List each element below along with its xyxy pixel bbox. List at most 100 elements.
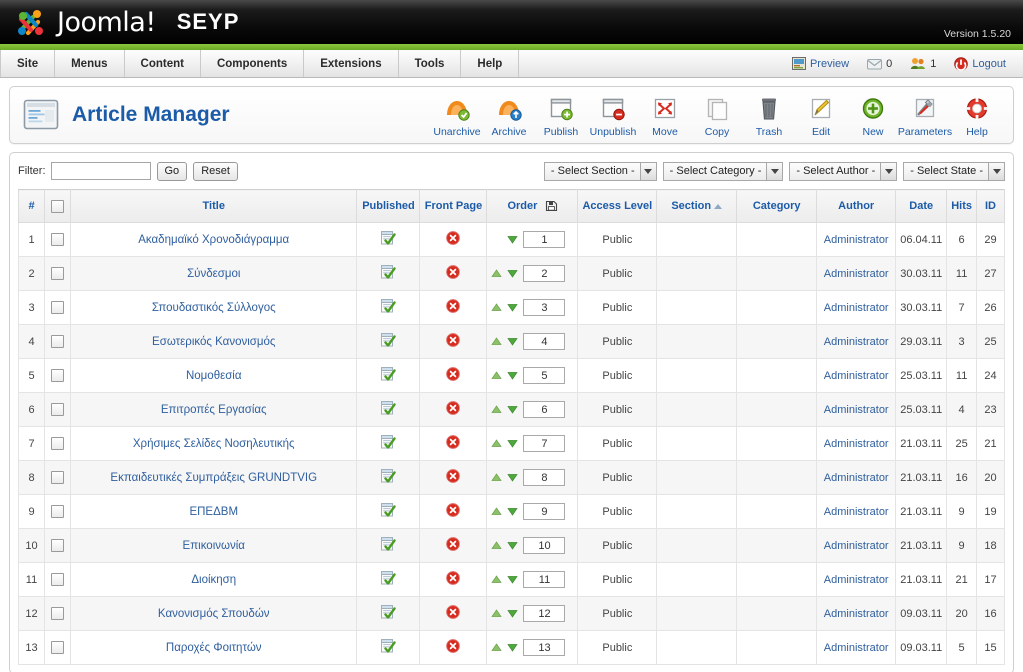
menu-item-tools[interactable]: Tools [399,50,462,77]
published-yes-icon[interactable] [380,536,397,552]
published-yes-icon[interactable] [380,400,397,416]
row-published-cell[interactable] [356,290,421,325]
article-title-link[interactable]: Χρήσιμες Σελίδες Νοσηλευτικής [133,438,295,450]
article-title-link[interactable]: Νομοθεσία [186,370,242,382]
move-down-icon[interactable] [507,608,519,619]
move-down-icon[interactable] [507,540,519,551]
row-front-page-cell[interactable] [419,562,488,597]
row-published-cell[interactable] [356,358,421,393]
article-title-link[interactable]: Σύνδεσμοι [187,268,240,280]
move-up-icon[interactable] [491,608,503,619]
move-down-icon[interactable] [507,234,519,245]
move-down-icon[interactable] [507,370,519,381]
row-checkbox[interactable] [51,403,64,416]
row-access-level[interactable]: Public [577,630,658,665]
column-header-num[interactable]: # [18,189,45,223]
row-published-cell[interactable] [356,528,421,563]
move-down-icon[interactable] [507,472,519,483]
row-access-level[interactable]: Public [577,222,658,257]
row-access-level[interactable]: Public [577,460,658,495]
row-checkbox-cell[interactable] [44,494,71,529]
filter-reset-button[interactable]: Reset [193,161,238,181]
row-checkbox[interactable] [51,539,64,552]
front-page-no-icon[interactable] [446,367,461,381]
article-title-link[interactable]: Σπουδαστικός Σύλλογος [152,302,276,314]
front-page-no-icon[interactable] [446,435,461,449]
row-checkbox-cell[interactable] [44,460,71,495]
row-access-level[interactable]: Public [577,324,658,359]
column-header-author[interactable]: Author [816,189,897,223]
front-page-no-icon[interactable] [446,401,461,415]
author-link[interactable]: Administrator [824,336,889,348]
row-front-page-cell[interactable] [419,596,488,631]
move-up-icon[interactable] [491,574,503,585]
toolbar-unpublish-button[interactable]: Unpublish [587,92,639,138]
front-page-no-icon[interactable] [446,605,461,619]
row-access-level[interactable]: Public [577,426,658,461]
row-published-cell[interactable] [356,630,421,665]
move-down-icon[interactable] [507,506,519,517]
published-yes-icon[interactable] [380,332,397,348]
front-page-no-icon[interactable] [446,265,461,279]
move-up-icon[interactable] [491,404,503,415]
order-input[interactable] [523,503,566,520]
author-link[interactable]: Administrator [824,268,889,280]
author-link[interactable]: Administrator [824,574,889,586]
article-title-link[interactable]: ΕΠΕΔΒΜ [189,506,238,518]
article-title-link[interactable]: Ακαδημαϊκό Χρονοδιάγραμμα [138,234,289,246]
article-title-link[interactable]: Επικοινωνία [183,540,245,552]
toolbar-archive-button[interactable]: Archive [483,92,535,138]
published-yes-icon[interactable] [380,570,397,586]
row-checkbox-cell[interactable] [44,324,71,359]
published-yes-icon[interactable] [380,468,397,484]
move-down-icon[interactable] [507,302,519,313]
row-published-cell[interactable] [356,256,421,291]
row-front-page-cell[interactable] [419,392,488,427]
move-up-icon[interactable] [491,370,503,381]
row-front-page-cell[interactable] [419,630,488,665]
author-link[interactable]: Administrator [824,540,889,552]
row-front-page-cell[interactable] [419,358,488,393]
order-input[interactable] [523,435,566,452]
menu-item-help[interactable]: Help [461,50,520,77]
column-header-hits[interactable]: Hits [946,189,977,223]
article-title-link[interactable]: Εκπαιδευτικές Συμπράξεις GRUNDTVIG [110,472,317,484]
row-access-level[interactable]: Public [577,290,658,325]
row-checkbox-cell[interactable] [44,290,71,325]
row-checkbox[interactable] [51,505,64,518]
published-yes-icon[interactable] [380,264,397,280]
order-input[interactable] [523,537,566,554]
select-state-dropdown[interactable]: - Select State - [903,161,1005,181]
menu-item-extensions[interactable]: Extensions [304,50,399,77]
order-input[interactable] [523,265,566,282]
front-page-no-icon[interactable] [446,469,461,483]
front-page-no-icon[interactable] [446,571,461,585]
column-header-section[interactable]: Section [656,189,738,223]
row-access-level[interactable]: Public [577,358,658,393]
row-published-cell[interactable] [356,392,421,427]
filter-input[interactable] [50,162,151,180]
order-input[interactable] [523,367,566,384]
move-down-icon[interactable] [507,336,519,347]
published-yes-icon[interactable] [380,230,397,246]
row-checkbox-cell[interactable] [44,222,71,257]
order-input[interactable] [523,231,566,248]
article-title-link[interactable]: Επιτροπές Εργασίας [161,404,267,416]
move-down-icon[interactable] [507,268,519,279]
filter-go-button[interactable]: Go [156,161,188,181]
move-up-icon[interactable] [491,438,503,449]
row-checkbox[interactable] [51,233,64,246]
preview-link[interactable]: Preview [785,57,856,70]
move-up-icon[interactable] [491,540,503,551]
article-title-link[interactable]: Διοίκηση [191,574,236,586]
author-link[interactable]: Administrator [824,438,889,450]
row-published-cell[interactable] [356,426,421,461]
row-checkbox-cell[interactable] [44,528,71,563]
row-checkbox-cell[interactable] [44,392,71,427]
row-checkbox[interactable] [51,641,64,654]
toolbar-edit-button[interactable]: Edit [795,92,847,138]
row-checkbox-cell[interactable] [44,358,71,393]
row-checkbox-cell[interactable] [44,562,71,597]
published-yes-icon[interactable] [380,298,397,314]
column-header-title[interactable]: Title [69,189,358,223]
